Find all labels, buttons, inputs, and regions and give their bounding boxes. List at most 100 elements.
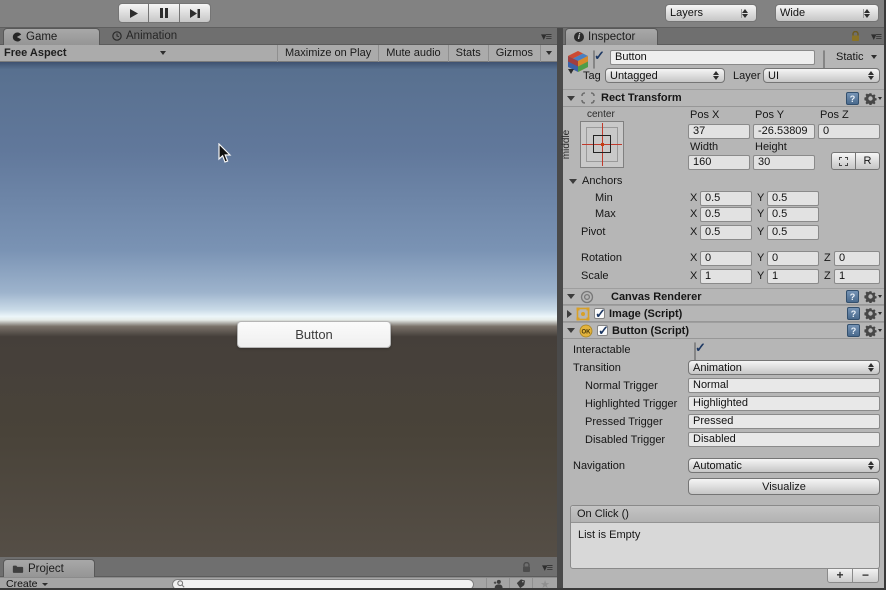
pivot-x-field[interactable]: 0.5	[700, 225, 752, 240]
gizmos-button[interactable]: Gizmos	[487, 44, 540, 62]
help-icon[interactable]: ?	[846, 290, 859, 303]
help-icon[interactable]: ?	[846, 91, 859, 105]
gameobject-name-value: Button	[615, 51, 647, 63]
gear-menu-icon[interactable]	[864, 290, 882, 303]
width-field[interactable]: 160	[688, 155, 750, 170]
anchors-max-x-field[interactable]: 0.5	[700, 207, 752, 222]
step-button[interactable]	[180, 3, 211, 23]
foldout-open-icon[interactable]	[567, 294, 575, 299]
project-search-input[interactable]	[171, 578, 474, 588]
navigation-dropdown[interactable]: Automatic	[688, 458, 880, 473]
search-by-label-button[interactable]	[509, 577, 532, 588]
pos-y-field[interactable]: -26.53809	[753, 124, 815, 139]
main-toolbar: Layers Wide	[0, 0, 884, 28]
anchors-foldout[interactable]: Anchors	[569, 175, 622, 187]
game-viewport[interactable]: Button	[0, 62, 557, 557]
highlighted-trigger-label: Highlighted Trigger	[585, 398, 678, 410]
tab-project[interactable]: Project	[3, 559, 95, 577]
blueprint-icon	[839, 156, 848, 166]
inspector-lock-icon[interactable]	[851, 31, 860, 42]
dropdown-arrows-icon	[868, 461, 875, 470]
add-listener-button[interactable]: +	[827, 568, 853, 583]
rotation-z-field[interactable]: 0	[834, 251, 880, 266]
foldout-open-icon[interactable]	[567, 95, 575, 101]
layer-dropdown[interactable]: UI	[763, 68, 880, 83]
canvas-renderer-header[interactable]: Canvas Renderer ?	[563, 288, 884, 305]
save-search-button[interactable]: ★	[532, 577, 557, 588]
highlighted-trigger-field[interactable]: Highlighted	[688, 396, 880, 411]
help-icon[interactable]: ?	[847, 307, 860, 320]
anchors-min-y-field[interactable]: 0.5	[767, 191, 819, 206]
disabled-trigger-field[interactable]: Disabled	[688, 432, 880, 447]
static-checkbox[interactable]	[823, 50, 825, 69]
pivot-y-value: 0.5	[772, 226, 788, 238]
ui-button-preview[interactable]: Button	[237, 321, 391, 348]
folder-icon	[12, 564, 24, 574]
gameobject-name-field[interactable]: Button	[610, 50, 815, 65]
anchor-preset-widget[interactable]	[580, 121, 624, 168]
tab-game[interactable]: Game	[3, 28, 100, 45]
interactable-checkbox[interactable]	[694, 342, 696, 361]
button-enabled-checkbox[interactable]	[597, 323, 609, 339]
foldout-open-icon[interactable]	[567, 328, 575, 333]
anchors-max-y-field[interactable]: 0.5	[767, 207, 819, 222]
blueprint-mode-button[interactable]	[831, 152, 856, 170]
button-component-header[interactable]: OK Button (Script) ?	[563, 322, 884, 339]
rotation-x-field[interactable]: 0	[700, 251, 752, 266]
gizmos-dropdown[interactable]	[540, 44, 557, 62]
tab-animation[interactable]: Animation	[112, 30, 177, 42]
plus-icon: +	[836, 568, 844, 582]
rotation-x-value: 0	[705, 252, 712, 264]
scale-x-field[interactable]: 1	[700, 269, 752, 284]
pause-button[interactable]	[149, 3, 180, 23]
gameobject-active-checkbox[interactable]	[593, 50, 595, 69]
pos-y-value: -26.53809	[758, 125, 808, 137]
tab-inspector[interactable]: i Inspector	[565, 28, 658, 45]
mute-audio-button[interactable]: Mute audio	[378, 44, 447, 62]
pos-z-field[interactable]: 0	[818, 124, 880, 139]
interactable-label: Interactable	[573, 344, 631, 356]
rect-transform-header[interactable]: Rect Transform ?	[563, 89, 884, 107]
raw-edit-button[interactable]: R	[856, 152, 880, 170]
svg-text:OK: OK	[582, 329, 592, 335]
normal-trigger-field[interactable]: Normal	[688, 378, 880, 393]
project-panel-menu-icon[interactable]: ▾≡	[542, 561, 553, 574]
help-icon[interactable]: ?	[847, 324, 860, 337]
create-dropdown[interactable]: Create	[0, 578, 54, 588]
gear-menu-icon[interactable]	[864, 307, 882, 320]
maximize-on-play-button[interactable]: Maximize on Play	[277, 44, 378, 62]
visualize-button[interactable]: Visualize	[688, 478, 880, 495]
aspect-dropdown[interactable]: Free Aspect	[0, 45, 170, 62]
inspector-menu-icon[interactable]: ▾≡	[871, 30, 882, 43]
on-click-header[interactable]: On Click ()	[571, 506, 879, 523]
play-button[interactable]	[118, 3, 149, 23]
pos-z-value: 0	[823, 125, 830, 137]
search-by-type-button[interactable]	[486, 577, 509, 588]
pivot-y-field[interactable]: 0.5	[767, 225, 819, 240]
project-lock-icon[interactable]	[522, 562, 531, 573]
gear-menu-icon[interactable]	[864, 324, 882, 337]
rotation-y-field[interactable]: 0	[767, 251, 819, 266]
minus-icon: −	[861, 568, 869, 582]
layers-dropdown[interactable]: Layers	[665, 4, 757, 22]
image-component-header[interactable]: Image (Script) ?	[563, 305, 884, 322]
foldout-closed-icon[interactable]	[567, 309, 572, 318]
image-enabled-checkbox[interactable]	[594, 306, 606, 322]
static-dropdown-arrow-icon[interactable]	[871, 55, 877, 59]
remove-listener-button[interactable]: −	[853, 568, 879, 583]
dropdown-arrow-icon	[41, 582, 48, 586]
gear-menu-icon[interactable]	[864, 92, 882, 105]
height-field[interactable]: 30	[753, 155, 815, 170]
tag-dropdown[interactable]: Untagged	[605, 68, 725, 83]
layout-dropdown[interactable]: Wide	[775, 4, 879, 22]
stats-button[interactable]: Stats	[447, 44, 488, 62]
pos-x-field[interactable]: 37	[688, 124, 750, 139]
game-panel-menu-icon[interactable]: ▾≡	[541, 30, 552, 43]
transition-dropdown[interactable]: Animation	[688, 360, 880, 375]
scale-y-field[interactable]: 1	[767, 269, 819, 284]
pressed-trigger-field[interactable]: Pressed	[688, 414, 880, 429]
pos-x-label: Pos X	[690, 109, 720, 121]
anchors-min-x-field[interactable]: 0.5	[700, 191, 752, 206]
anchor-vertical-label: middle	[561, 129, 573, 160]
scale-z-field[interactable]: 1	[834, 269, 880, 284]
